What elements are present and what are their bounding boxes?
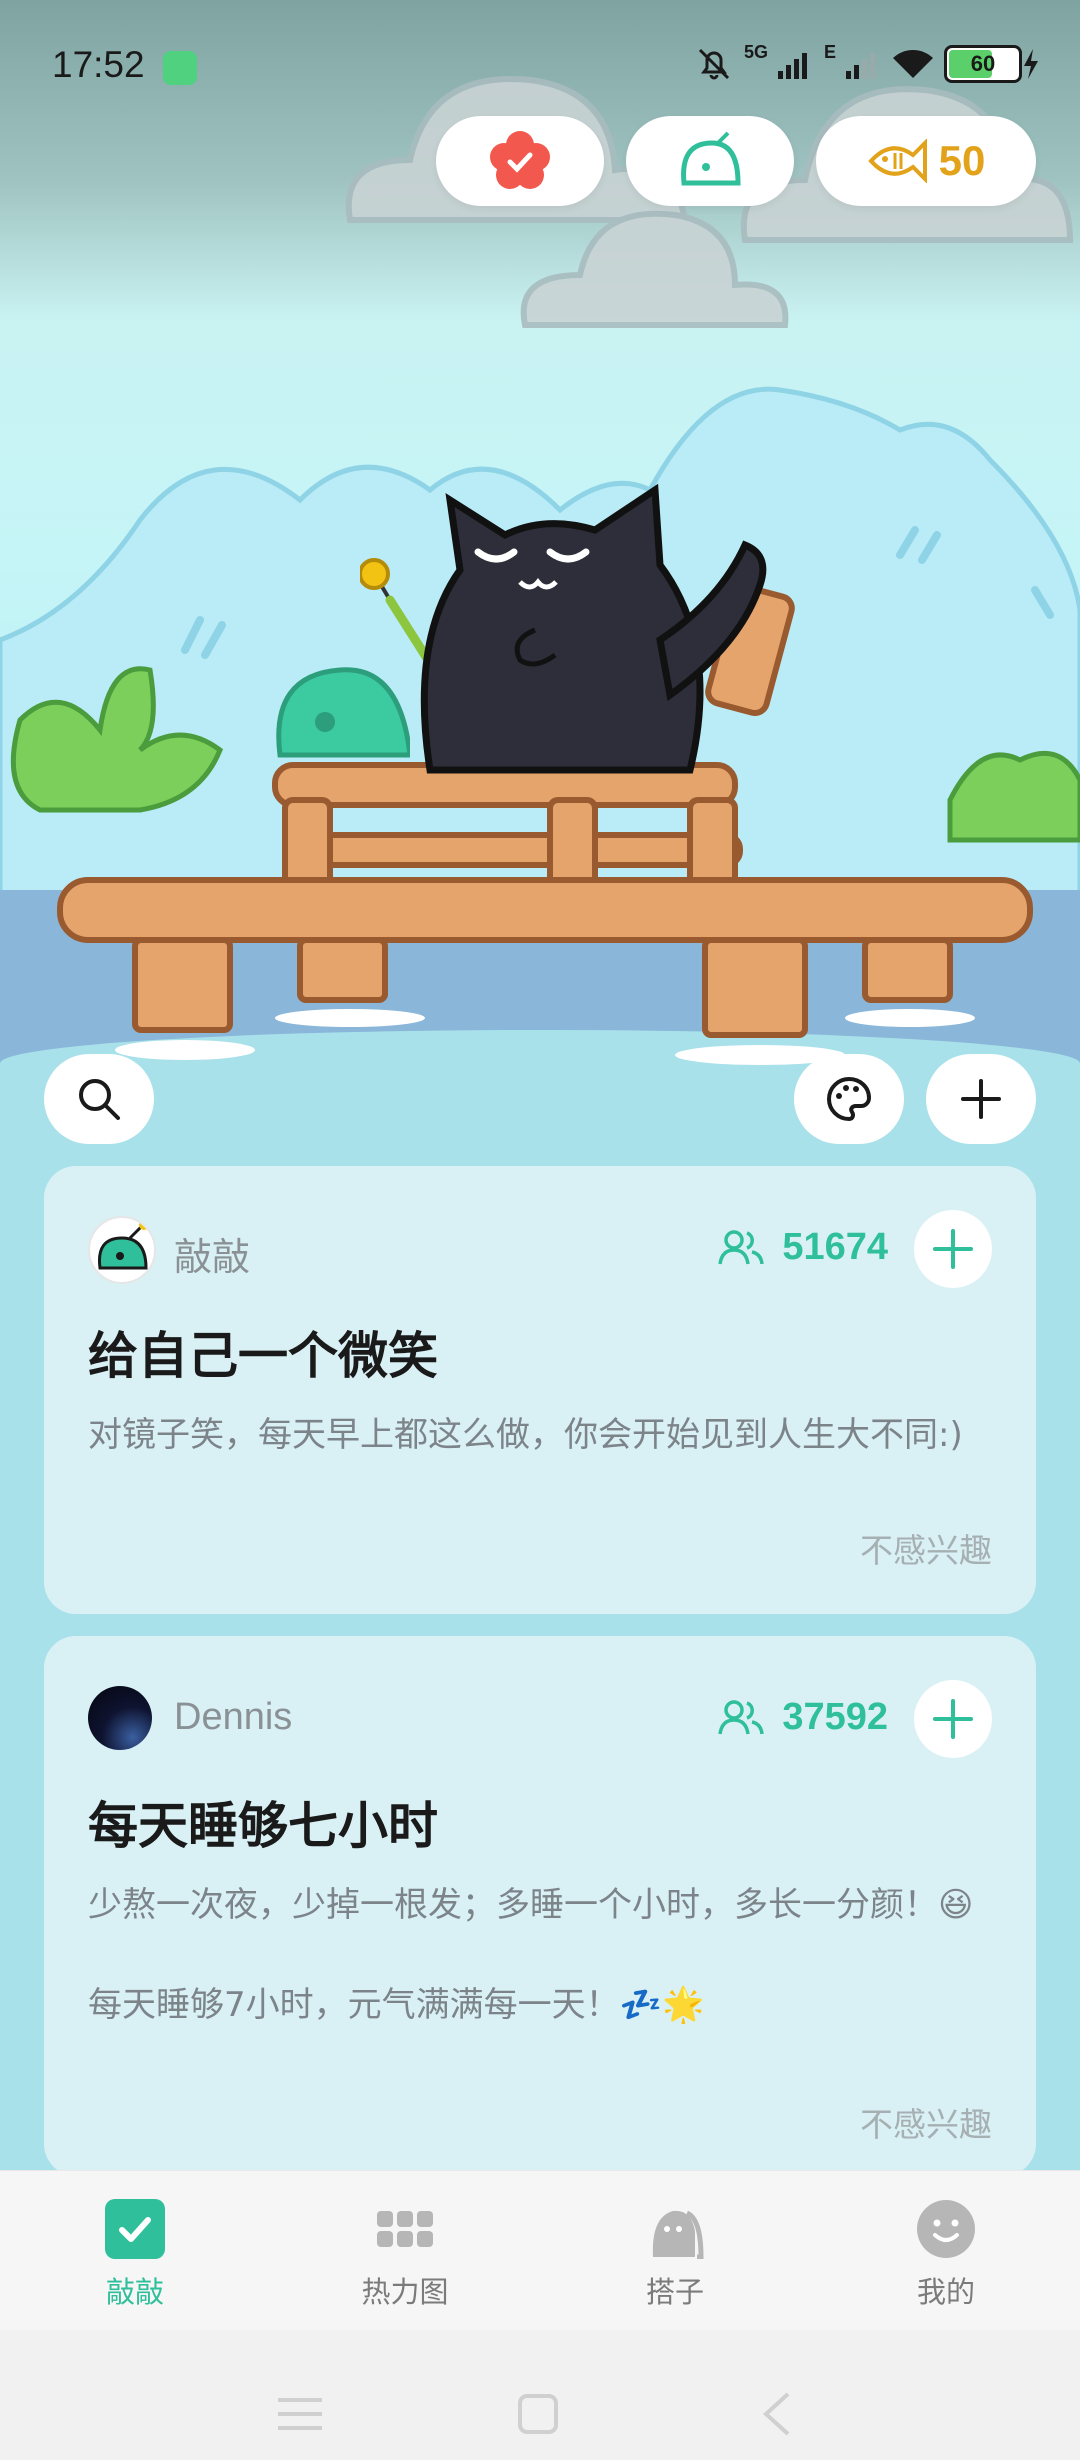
checkin-flower-button[interactable] [436,116,604,206]
search-icon [79,1079,120,1120]
plus-icon [933,1229,973,1269]
coin-balance-button[interactable]: 50 [816,116,1036,206]
wooden-fish-avatar-icon [97,1220,149,1270]
plus-icon [933,1699,973,1739]
wooden-fish-icon [681,131,741,186]
flower-check-icon [490,131,550,189]
member-count-value: 37592 [782,1696,888,1738]
battery-level: 60 [970,50,996,76]
status-icons: 5G E 60 [694,42,1040,85]
member-count: 51674 [718,1226,888,1269]
nav-tab-me[interactable]: 我的 [866,2199,1026,2311]
habit-card[interactable]: 敲敲 51674 给自己一个微笑 对镜子笑，每天早上都这么做，你会开始见到人生大… [44,1166,1036,1614]
users-icon [718,1699,765,1734]
check-icon [105,2199,165,2259]
card-author: 敲敲 [174,1237,251,1279]
card-header: Dennis 37592 [88,1680,992,1758]
cat-illustration [360,483,767,774]
bell-muted-icon [698,48,730,79]
android-notification-icon [163,51,197,85]
back-icon[interactable] [762,2392,792,2436]
wooden-fish-button[interactable] [626,116,794,206]
status-bar: 17:52 5G E 60 [0,0,1080,130]
habit-card[interactable]: Dennis 37592 每天睡够七小时 少熬一次夜，少掉一根发；多睡一个小时，… [44,1636,1036,2176]
avatar [88,1686,152,1750]
menu-icon[interactable] [278,2396,322,2432]
buddy-icon [652,2210,704,2259]
bottom-nav: 敲敲 热力图 搭子 我的 [0,2170,1080,2331]
card-description: 少熬一次夜，少掉一根发；多睡一个小时，多长一分颜！😆 每天睡够7小时，元气满满每… [88,1885,974,2025]
not-interested-button[interactable]: 不感兴趣 [860,1524,992,1572]
join-button[interactable] [914,1680,992,1758]
users-icon [718,1229,765,1264]
avatar [88,1216,156,1284]
member-count: 37592 [718,1696,888,1739]
nav-label: 热力图 [361,2275,449,2309]
nav-label: 搭子 [645,2275,704,2309]
card-title: 给自己一个微笑 [88,1327,438,1385]
signal-bars-2-icon [846,52,875,79]
nav-label: 敲敲 [105,2275,164,2309]
wifi-icon [893,49,933,78]
battery-indicator: 60 [944,44,1040,83]
search-button[interactable] [44,1054,154,1144]
coin-count: 50 [938,137,986,184]
system-navigation-bar [0,2330,1080,2460]
fish-coin-icon [867,139,927,183]
palette-icon [827,1076,872,1122]
home-icon[interactable] [518,2394,558,2434]
theme-button[interactable] [794,1054,904,1144]
not-interested-button[interactable]: 不感兴趣 [860,2098,992,2146]
card-description: 对镜子笑，每天早上都这么做，你会开始见到人生大不同:) [88,1415,963,1455]
charging-icon [1024,48,1038,79]
signal-5g-label: 5G [743,42,768,62]
nav-tab-buddy[interactable]: 搭子 [595,2199,755,2311]
nav-tab-knock[interactable]: 敲敲 [55,2199,215,2311]
smiley-icon [917,2200,975,2258]
nav-label: 我的 [916,2275,975,2309]
card-author: Dennis [174,1696,293,1738]
plus-icon [961,1079,1001,1119]
add-button[interactable] [926,1054,1036,1144]
member-count-value: 51674 [782,1226,888,1268]
card-header: 敲敲 51674 [88,1210,992,1288]
card-title: 每天睡够七小时 [88,1797,438,1855]
status-time: 17:52 [52,44,145,85]
grid-icon [377,2211,433,2247]
nav-tab-heatmap[interactable]: 热力图 [325,2199,485,2311]
signal-e-label: E [823,42,836,62]
join-button[interactable] [914,1210,992,1288]
signal-bars-icon [777,52,807,79]
